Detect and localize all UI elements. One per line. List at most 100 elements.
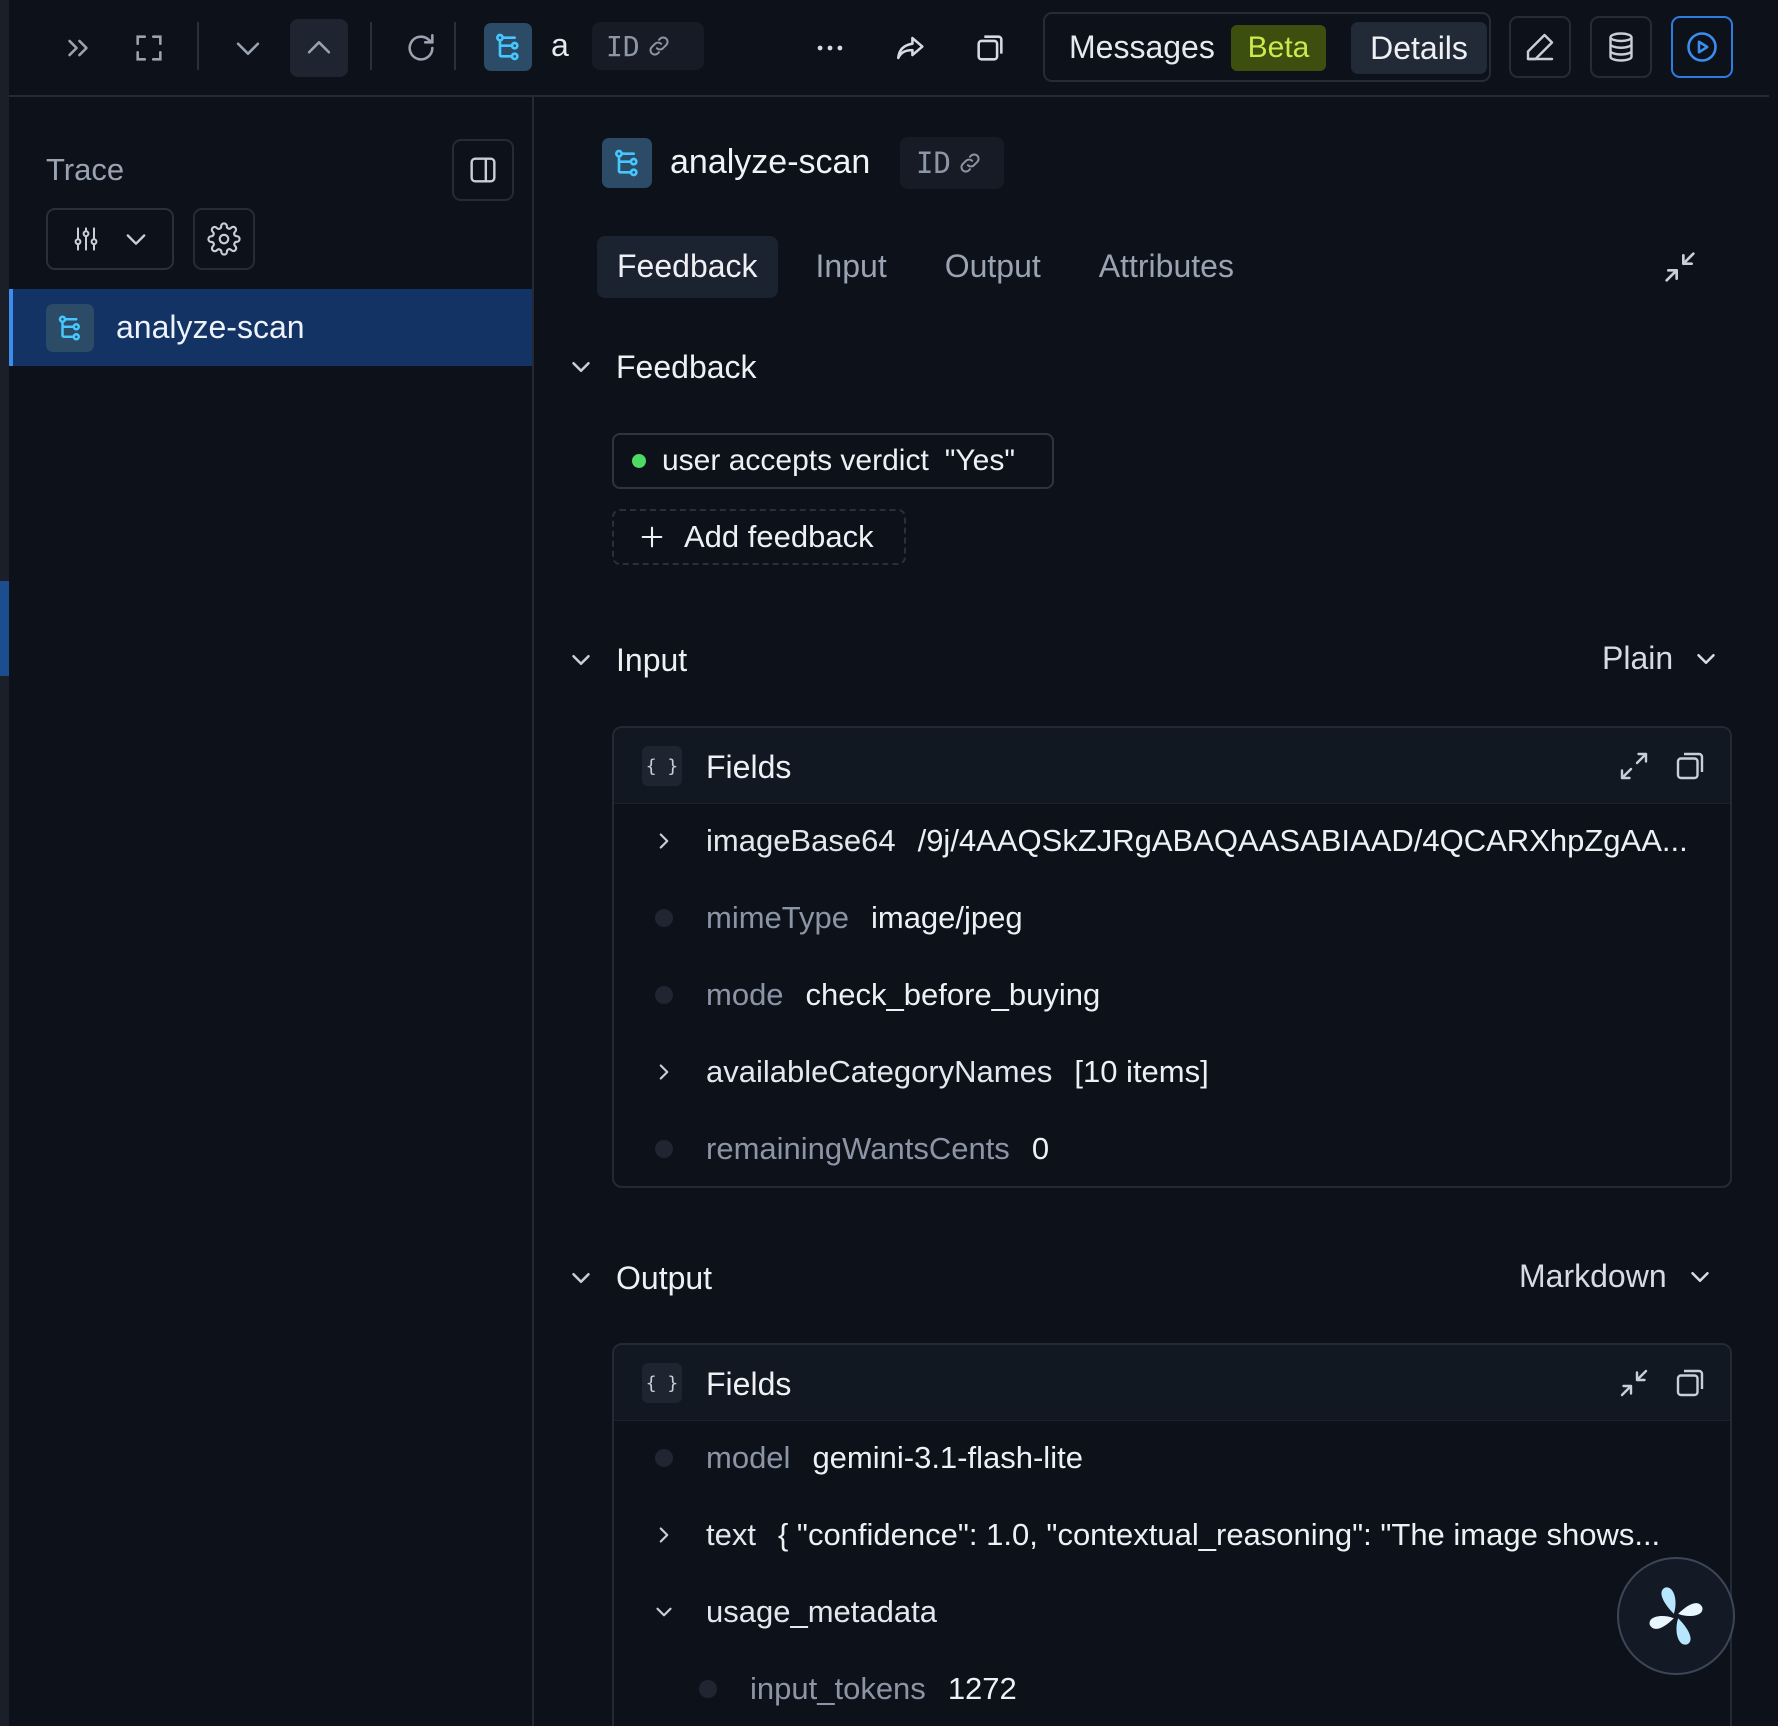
input-fields-box: { } Fields imageBase64/9j/4AAQSkZJRgABAQ… [612,726,1732,1188]
field-key-value: text { "confidence": 1.0, "contextual_rea… [706,1517,1706,1553]
field-value: [10 items] [1074,1054,1209,1089]
panel-toggle-icon[interactable] [452,139,514,201]
edge-indicator [0,581,9,676]
field-value: gemini-3.1-flash-lite [812,1440,1083,1475]
chevron-down-icon[interactable] [650,1598,678,1626]
share-icon[interactable] [882,19,940,77]
copy-id-button[interactable]: ID [592,22,704,70]
input-format-value: Plain [1602,640,1674,676]
field-key-value: imageBase64/9j/4AAQSkZJRgABAQAASABIAAD/4… [706,823,1706,859]
view-switcher: Messages Beta Details [1043,12,1491,82]
chevron-down-icon[interactable] [219,19,277,77]
filter-dropdown[interactable] [46,208,174,270]
copy-icon[interactable] [1672,1365,1708,1401]
field-row[interactable]: imageBase64/9j/4AAQSkZJRgABAQAASABIAAD/4… [614,804,1730,881]
tab-output[interactable]: Output [925,236,1061,298]
details-tab[interactable]: Details [1351,22,1487,74]
status-dot [632,454,646,468]
copy-id-button[interactable]: ID [900,137,1004,189]
output-format-select[interactable]: Markdown [1519,1258,1715,1295]
field-row: input_tokens 1272 [614,1652,1730,1726]
chevron-right-icon[interactable] [650,827,678,855]
field-value: 1272 [947,1671,1017,1706]
span-tree-icon [602,138,652,188]
input-field-list: imageBase64/9j/4AAQSkZJRgABAQAASABIAAD/4… [614,804,1730,1186]
field-row[interactable]: usage_metadata [614,1575,1730,1652]
field-key: availableCategoryNames [706,1054,1053,1089]
trace-panel: Trace analyze-scan [0,97,534,1726]
chevron-down-icon [572,655,590,665]
feedback-section-header[interactable]: Feedback [566,345,757,389]
collapse-icon[interactable] [1660,247,1700,287]
tab-input[interactable]: Input [796,236,907,298]
assistant-fab[interactable] [1617,1557,1735,1675]
link-icon [960,153,980,173]
field-row[interactable]: text { "confidence": 1.0, "contextual_rea… [614,1498,1730,1575]
database-icon[interactable] [1590,16,1652,78]
output-format-value: Markdown [1519,1258,1667,1294]
braces-icon: { } [642,746,682,786]
id-label: ID [606,29,640,63]
tree-item-analyze-scan[interactable]: analyze-scan [9,289,532,366]
expand-right-icon[interactable] [49,19,107,77]
field-key-value: mode check_before_buying [706,977,1706,1013]
gear-icon[interactable] [193,208,255,270]
tree-item-label: analyze-scan [116,309,305,345]
fields-header: { } Fields [614,728,1730,804]
bullet-dot-icon [650,904,678,932]
feedback-chip[interactable]: user accepts verdict "Yes" [612,433,1054,489]
add-feedback-label: Add feedback [684,519,874,554]
span-details-panel: analyze-scan ID Feedback Input Output At… [536,97,1769,1726]
more-icon[interactable] [801,19,859,77]
field-key: remainingWantsCents [706,1131,1010,1166]
span-title: analyze-scan [670,143,871,181]
field-value: check_before_buying [805,977,1101,1012]
input-section-header[interactable]: Input [566,638,687,682]
chevron-down-icon [1697,653,1715,664]
field-key: input_tokens [750,1671,926,1706]
field-row[interactable]: availableCategoryNames [10 items] [614,1035,1730,1112]
input-section-title: Input [616,641,688,678]
copy-icon[interactable] [1672,748,1708,784]
fields-header: { } Fields [614,1345,1730,1421]
field-row: model gemini-3.1-flash-lite [614,1421,1730,1498]
plus-icon [641,526,663,548]
bullet-dot-icon [650,981,678,1009]
collapse-icon[interactable] [1616,1365,1652,1401]
fields-title: Fields [706,749,792,785]
add-feedback-button[interactable]: Add feedback [612,509,906,565]
tab-feedback[interactable]: Feedback [597,236,778,298]
field-row: remainingWantsCents 0 [614,1112,1730,1186]
chevron-right-icon[interactable] [650,1058,678,1086]
chevron-down-icon [572,1273,590,1283]
output-field-list: model gemini-3.1-flash-lite text { "confide… [614,1421,1730,1726]
refresh-icon[interactable] [392,19,450,77]
input-format-select[interactable]: Plain [1602,640,1721,677]
sliders-icon [74,227,98,251]
output-fields-box: { } Fields model gemini-3.1-flash-lite tex… [612,1343,1732,1726]
expand-icon[interactable] [1616,748,1652,784]
trace-panel-title: Trace [46,152,125,187]
link-icon [649,36,669,56]
field-row: mode check_before_buying [614,958,1730,1035]
bullet-dot-icon [694,1675,722,1703]
field-key: text [706,1517,756,1552]
field-key: usage_metadata [706,1594,937,1629]
messages-tab[interactable]: Messages [1069,29,1215,66]
output-section-title: Output [616,1259,713,1296]
beta-badge: Beta [1231,25,1326,71]
span-name-truncated: a [551,27,569,63]
bullet-dot-icon [650,1135,678,1163]
output-section-header[interactable]: Output [566,1256,712,1300]
tab-attributes[interactable]: Attributes [1079,236,1254,298]
edit-icon[interactable] [1509,16,1571,78]
chevron-up-icon[interactable] [290,19,348,77]
field-value: 0 [1031,1131,1050,1166]
field-key: mimeType [706,900,849,935]
span-tabs: Feedback Input Output Attributes [597,236,1272,298]
chevron-right-icon[interactable] [650,1521,678,1549]
copy-icon[interactable] [961,19,1019,77]
play-icon[interactable] [1671,16,1733,78]
fullscreen-icon[interactable] [120,19,178,77]
feedback-section-title: Feedback [616,348,757,385]
